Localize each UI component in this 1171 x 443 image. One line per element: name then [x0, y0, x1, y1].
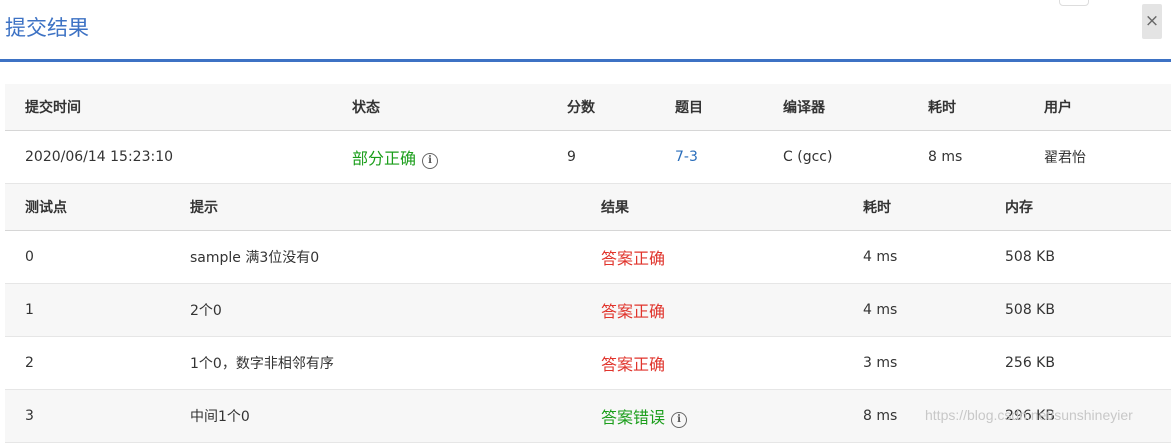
header-compiler: 编译器	[763, 84, 908, 131]
header-user: 用户	[1024, 84, 1171, 131]
header-problem: 题目	[655, 84, 763, 131]
test-time: 4 ms	[843, 283, 985, 337]
test-time: 4 ms	[843, 230, 985, 284]
table-row: 1 2个0 答案正确 4 ms 508 KB	[5, 283, 1171, 337]
info-circle-icon[interactable]: i	[671, 412, 688, 428]
test-memory: 508 KB	[985, 230, 1171, 284]
problem-cell: 7-3	[655, 130, 763, 184]
table-row: 0 sample 满3位没有0 答案正确 4 ms 508 KB	[5, 230, 1171, 284]
summary-row: 2020/06/14 15:23:10 部分正确 i 9 7-3 C (gcc) …	[5, 130, 1171, 184]
header-test-point: 测试点	[5, 184, 170, 231]
result-cell: 答案正确	[581, 336, 843, 390]
header-status: 状态	[332, 84, 547, 131]
header-submit-time: 提交时间	[5, 84, 332, 131]
user-name: 翟君怡	[1024, 130, 1171, 184]
test-point-id: 0	[5, 230, 170, 284]
result-text: 答案正确	[601, 302, 666, 321]
result-text: 答案正确	[601, 355, 666, 374]
watermark: https://blog.csdn.net/sunshineyier	[925, 407, 1133, 423]
summary-header-row: 提交时间 状态 分数 题目 编译器 耗时 用户	[5, 84, 1171, 131]
cases-header-row: 测试点 提示 结果 耗时 内存	[5, 184, 1171, 231]
status-text: 部分正确	[352, 149, 417, 168]
table-row: 2 1个0，数字非相邻有序 答案正确 3 ms 256 KB	[5, 336, 1171, 390]
header-elapsed: 耗时	[908, 84, 1024, 131]
header-memory: 内存	[985, 184, 1171, 231]
compiler: C (gcc)	[763, 130, 908, 184]
dialog-header: 提交结果 ×	[0, 0, 1171, 62]
score: 9	[547, 130, 655, 184]
header-result: 结果	[581, 184, 843, 231]
submit-time: 2020/06/14 15:23:10	[5, 130, 332, 184]
dialog-title: 提交结果	[5, 16, 89, 40]
test-point-id: 1	[5, 283, 170, 337]
submission-summary-table: 提交时间 状态 分数 题目 编译器 耗时 用户 2020/06/14 15:23…	[5, 84, 1171, 184]
header-score: 分数	[547, 84, 655, 131]
header-time: 耗时	[843, 184, 985, 231]
result-text: 答案正确	[601, 249, 666, 268]
top-handle	[1059, 0, 1089, 6]
result-cell: 答案正确	[581, 283, 843, 337]
test-memory: 508 KB	[985, 283, 1171, 337]
result-cell: 答案错误 i	[581, 389, 843, 443]
test-time: 3 ms	[843, 336, 985, 390]
test-hint: 中间1个0	[170, 389, 581, 443]
result-text: 答案错误	[601, 408, 666, 427]
info-circle-icon[interactable]: i	[422, 153, 439, 169]
test-hint: 2个0	[170, 283, 581, 337]
test-point-id: 3	[5, 389, 170, 443]
test-hint: 1个0，数字非相邻有序	[170, 336, 581, 390]
elapsed-time: 8 ms	[908, 130, 1024, 184]
test-cases-table: 测试点 提示 结果 耗时 内存 0 sample 满3位没有0 答案正确 4 m…	[5, 184, 1171, 443]
test-hint: sample 满3位没有0	[170, 230, 581, 284]
problem-link[interactable]: 7-3	[675, 149, 698, 165]
test-memory: 256 KB	[985, 336, 1171, 390]
result-cell: 答案正确	[581, 230, 843, 284]
header-hint: 提示	[170, 184, 581, 231]
status-cell: 部分正确 i	[332, 130, 547, 184]
test-point-id: 2	[5, 336, 170, 390]
close-button[interactable]: ×	[1142, 4, 1162, 39]
close-icon: ×	[1144, 11, 1160, 31]
